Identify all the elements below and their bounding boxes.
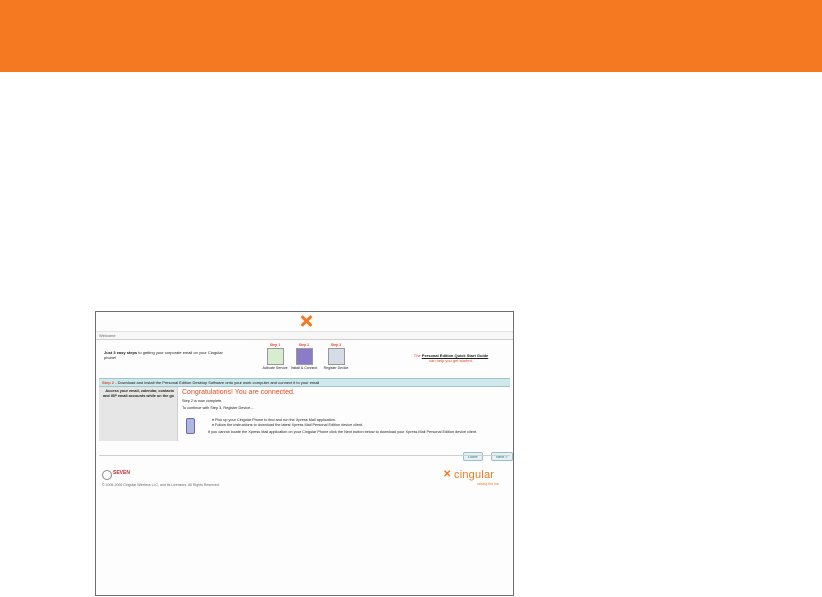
seven-logo: SEVEN	[102, 470, 142, 482]
step-3-register[interactable]: Step 3 Register Device	[319, 343, 353, 370]
cingular-wordmark: cingular	[454, 469, 495, 481]
instruction-item: ♦ Follow the instructions to download th…	[212, 423, 364, 427]
step-label: Step 3	[330, 343, 342, 347]
help-note: If you cannot locate the Xpress Mail app…	[208, 430, 478, 434]
install-connect-icon	[295, 348, 313, 365]
step-2-install[interactable]: Step 2 Install & Connect	[287, 343, 321, 370]
guide-prefix: The	[413, 353, 421, 358]
gear-icon	[102, 470, 112, 480]
next-button[interactable]: Next >	[491, 452, 513, 461]
step-banner-num: Step 2	[102, 380, 115, 385]
pencil-check-icon	[266, 348, 284, 365]
main-content: Congratulations! You are connected. Step…	[182, 389, 507, 434]
congrats-title: Congratulations! You are connected.	[182, 389, 295, 396]
instruction-list: ♦ Pick up your Cingular Phone to find an…	[212, 418, 363, 428]
tab-welcome[interactable]: Welcome	[99, 333, 116, 338]
complete-line: Step 2 is now complete.	[182, 399, 223, 403]
cingular-tagline: raising the bar	[477, 482, 500, 486]
step-label: Step 2	[298, 343, 310, 347]
screenshot-frame: Welcome Just 3 easy steps to getting you…	[95, 311, 514, 596]
cingular-x-logo-icon	[299, 314, 313, 328]
done-button[interactable]: Done	[463, 452, 483, 461]
device-register-icon	[327, 348, 345, 365]
left-panel-text: Access your email, calendar, contacts an…	[102, 389, 174, 398]
continue-line: To continue with Step 3, Register Device…	[182, 406, 255, 410]
copyright-text: © 2005-2006 Cingular Wireless LLC, and i…	[102, 483, 220, 487]
step-caption: Install & Connect	[290, 366, 318, 370]
intro-highlight: 3 easy steps	[113, 350, 138, 355]
intro-text: Just 3 easy steps to getting your corpor…	[104, 350, 234, 360]
left-panel: Access your email, calendar, contacts an…	[99, 387, 178, 441]
step-banner: Step 2 - Download and install the Person…	[99, 378, 510, 387]
header-bar	[96, 312, 513, 332]
seven-wordmark: SEVEN	[113, 470, 130, 476]
footer-divider	[99, 455, 510, 456]
quick-start-guide: The Personal Edition Quick Start Guide c…	[401, 353, 501, 363]
guide-sub: can help you get started.	[429, 358, 473, 363]
step-banner-text: - Download and install the Personal Edit…	[115, 380, 320, 385]
top-orange-band	[0, 0, 822, 72]
phone-icon	[186, 418, 195, 434]
button-group: Done Next >	[459, 445, 513, 463]
step-caption: Register Device	[323, 366, 349, 370]
cingular-logo: ✕ cingular raising the bar	[443, 469, 513, 487]
tab-bar: Welcome	[96, 332, 513, 340]
